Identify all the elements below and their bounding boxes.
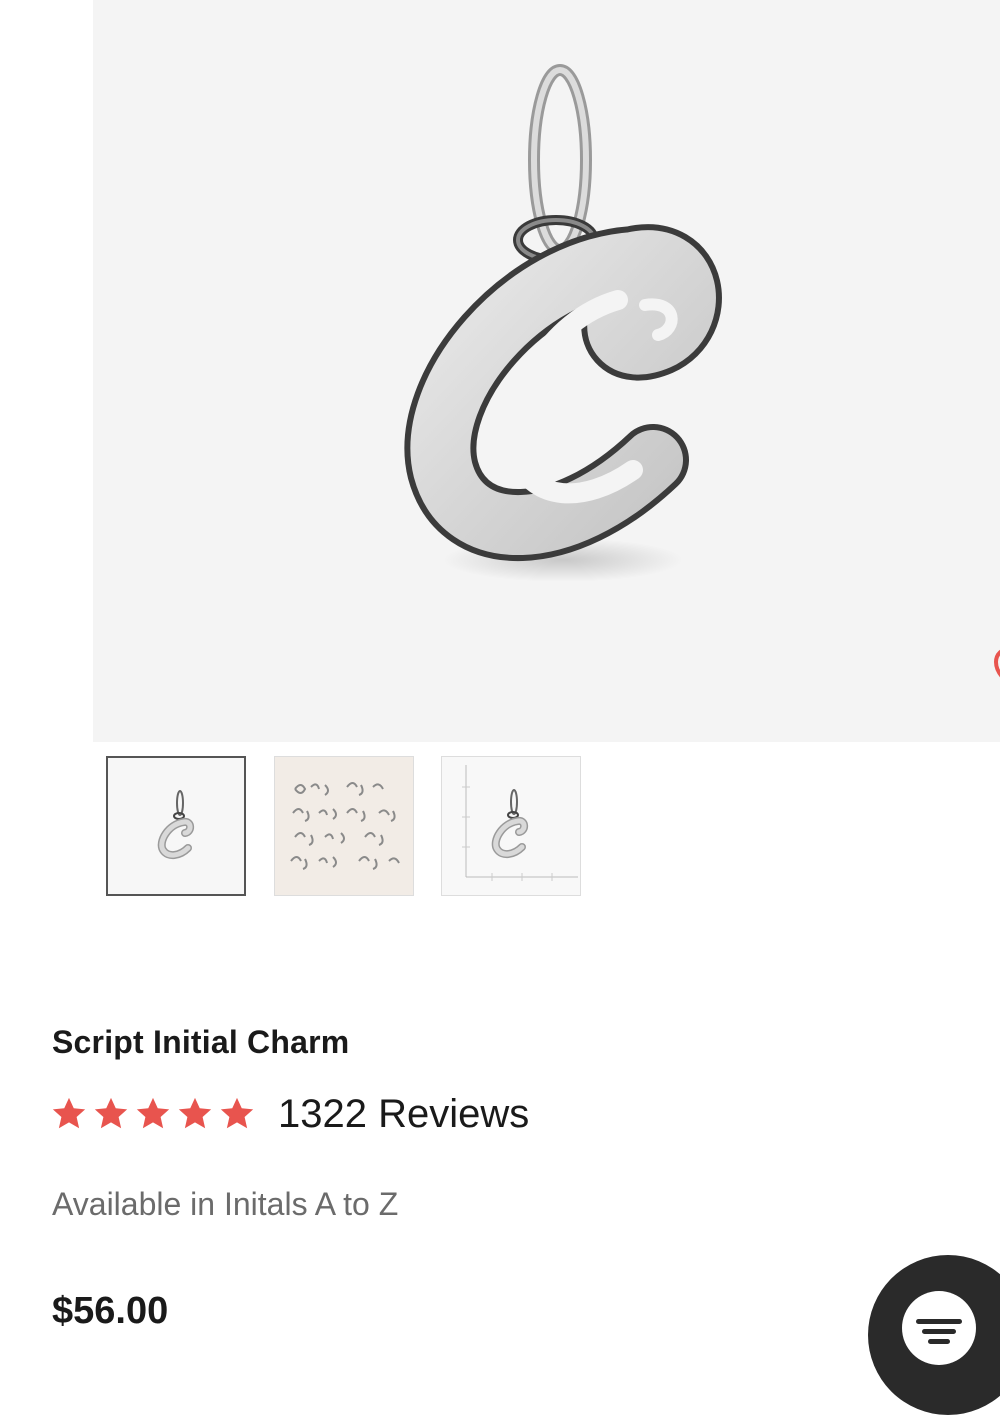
- all-initials-thumbnail[interactable]: [274, 756, 414, 896]
- star-rating: [50, 1095, 256, 1133]
- star-icon: [220, 1097, 254, 1129]
- star-icon: [136, 1097, 170, 1129]
- product-rating[interactable]: 1322 Reviews: [50, 1090, 529, 1138]
- size-guide-thumbnail[interactable]: [441, 756, 581, 896]
- charm-front-thumbnail[interactable]: [106, 756, 246, 896]
- size-guide-thumbnail-image: [462, 765, 578, 881]
- menu-lines-icon: [902, 1291, 976, 1365]
- charm-front-thumbnail-image: [157, 790, 195, 859]
- all-initials-thumbnail-image: [290, 782, 400, 870]
- floating-menu-button[interactable]: [868, 1255, 1000, 1415]
- star-icon: [94, 1097, 128, 1129]
- star-icon: [52, 1097, 86, 1129]
- product-image[interactable]: [93, 0, 1000, 742]
- thumbnail-strip: [0, 756, 1000, 898]
- charm-illustration: [404, 64, 722, 582]
- availability-text: Available in Initals A to Z: [52, 1186, 399, 1222]
- reviews-link[interactable]: 1322 Reviews: [278, 1092, 529, 1137]
- star-icon: [178, 1097, 212, 1129]
- product-title: Script Initial Charm: [52, 1024, 350, 1060]
- product-price: $56.00: [52, 1290, 169, 1332]
- heart-outline-icon[interactable]: [993, 646, 1000, 698]
